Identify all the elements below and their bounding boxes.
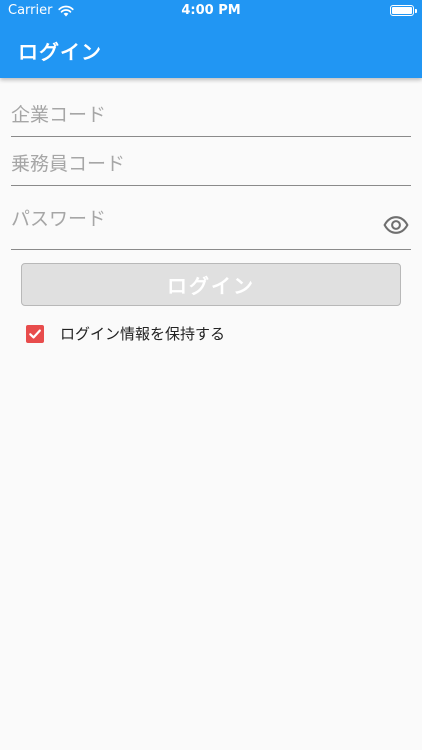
remember-label: ログイン情報を保持する [60, 325, 226, 343]
company-code-field [11, 104, 411, 137]
app-header: Carrier 4:00 PM ログイン [0, 0, 422, 78]
remember-checkbox[interactable] [26, 324, 44, 343]
status-bar: Carrier 4:00 PM [0, 0, 422, 22]
status-time: 4:00 PM [181, 3, 241, 18]
staff-code-input[interactable] [11, 153, 411, 175]
login-button[interactable]: ログイン [21, 263, 401, 306]
password-field [11, 206, 411, 250]
company-code-input[interactable] [11, 104, 411, 126]
check-icon [29, 329, 41, 338]
password-input[interactable] [11, 208, 361, 230]
staff-code-field [11, 153, 411, 186]
battery-icon [390, 5, 417, 16]
eye-icon[interactable] [383, 212, 409, 238]
remember-login-option[interactable]: ログイン情報を保持する [26, 323, 225, 344]
page-title: ログイン [18, 40, 102, 64]
